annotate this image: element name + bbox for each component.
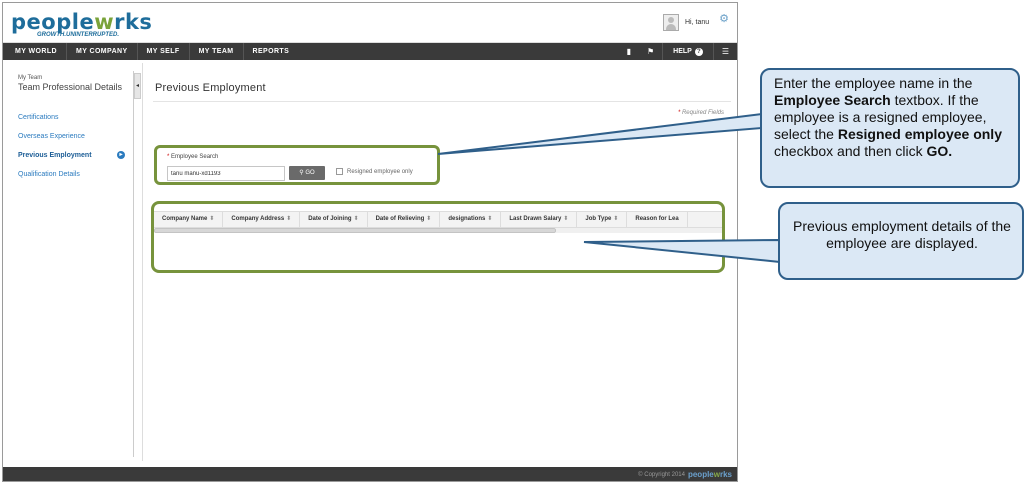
- sidebar-item-overseas-experience[interactable]: Overseas Experience: [7, 127, 133, 146]
- logo-tagline: GROWTH.UNINTERRUPTED.: [37, 32, 119, 38]
- resigned-employee-label: Resigned employee only: [347, 168, 413, 175]
- column-reason-for-leaving[interactable]: Reason for Lea: [627, 212, 688, 227]
- main-nav: MY WORLD MY COMPANY MY SELF MY TEAM REPO…: [3, 43, 737, 60]
- header: peoplewrks GROWTH.UNINTERRUPTED. Hi, tan…: [3, 3, 737, 43]
- column-date-of-relieving[interactable]: Date of Relieving ⬍: [368, 212, 441, 227]
- app-window: peoplewrks GROWTH.UNINTERRUPTED. Hi, tan…: [2, 2, 738, 482]
- nav-reports[interactable]: REPORTS: [244, 43, 299, 60]
- previous-employment-table: Company Name ⬍ Company Address ⬍ Date of J…: [151, 201, 725, 273]
- column-designations[interactable]: designations ⬍: [440, 212, 502, 227]
- user-area: Hi, tanu ⚙: [663, 12, 729, 31]
- sidebar-item-qualification-details[interactable]: Qualification Details: [7, 165, 133, 184]
- nav-my-self[interactable]: MY SELF: [138, 43, 190, 60]
- employee-search-input[interactable]: [167, 166, 285, 181]
- callout-employment-details: Previous employment details of the emplo…: [778, 202, 1024, 280]
- copyright-text: © Copyright 2014: [638, 471, 685, 478]
- sidebar-menu: Certifications Overseas Experience Previ…: [7, 108, 133, 184]
- search-label-text: Employee Search: [171, 154, 219, 160]
- sort-icon: ⬍: [426, 216, 432, 222]
- sidebar-item-previous-employment[interactable]: Previous Employment ▸: [7, 146, 133, 165]
- sidebar-header: My Team Team Professional Details: [7, 71, 133, 100]
- nav-my-company[interactable]: MY COMPANY: [67, 43, 138, 60]
- search-label: * Employee Search: [167, 154, 218, 160]
- callout-employee-search: Enter the employee name in the Employee …: [760, 68, 1020, 188]
- sidebar-collapse-toggle[interactable]: ◂: [134, 73, 141, 99]
- sort-icon: ⬍: [209, 216, 215, 222]
- resigned-employee-checkbox[interactable]: [336, 168, 343, 175]
- nav-my-team[interactable]: MY TEAM: [190, 43, 244, 60]
- book-icon[interactable]: ▮: [619, 43, 639, 60]
- help-button[interactable]: HELP?: [662, 43, 714, 60]
- sidebar-item-label: Previous Employment: [18, 152, 92, 159]
- go-button[interactable]: ⚲ GO: [289, 166, 325, 180]
- column-company-address[interactable]: Company Address ⬍: [223, 212, 301, 227]
- help-icon: ?: [694, 48, 703, 56]
- footer-copyright: © Copyright 2014 peoplewrks: [638, 470, 732, 479]
- user-greeting: Hi, tanu: [685, 19, 710, 26]
- required-note-text: Required Fields: [681, 110, 724, 116]
- employee-search-panel: * Employee Search ⚲ GO Resigned employee…: [154, 145, 440, 185]
- sort-icon: ⬍: [613, 216, 619, 222]
- sort-icon: ⬍: [353, 216, 359, 222]
- gear-icon[interactable]: ⚙: [719, 12, 729, 25]
- go-label: GO: [305, 170, 315, 176]
- arrow-right-icon: ▸: [117, 151, 125, 159]
- help-label: HELP: [673, 48, 692, 55]
- sort-icon: ⬍: [286, 216, 292, 222]
- column-last-drawn-salary[interactable]: Last Drawn Salary ⬍: [501, 212, 578, 227]
- menu-icon[interactable]: ☰: [714, 43, 737, 60]
- nav-my-world[interactable]: MY WORLD: [3, 43, 67, 60]
- footer-logo: peoplewrks: [687, 470, 732, 479]
- sort-icon: ⬍: [563, 216, 569, 222]
- horizontal-scrollbar[interactable]: [154, 228, 556, 233]
- table-header: Company Name ⬍ Company Address ⬍ Date of J…: [154, 211, 722, 228]
- required-note: * Required Fields: [678, 110, 724, 116]
- sidebar-title: Team Professional Details: [18, 82, 123, 92]
- column-job-type[interactable]: Job Type ⬍: [577, 212, 628, 227]
- page-title: Previous Employment: [155, 82, 266, 94]
- logo-wordmark: peoplewrks: [11, 10, 153, 34]
- search-icon: ⚲: [299, 170, 304, 176]
- resigned-employee-option[interactable]: Resigned employee only: [336, 168, 413, 175]
- column-date-of-joining[interactable]: Date of Joining ⬍: [300, 212, 368, 227]
- footer: © Copyright 2014 peoplewrks: [3, 467, 737, 481]
- sidebar: My Team Team Professional Details Certif…: [7, 71, 134, 457]
- sidebar-subtitle: My Team: [18, 75, 43, 81]
- flag-icon[interactable]: ⚑: [639, 43, 662, 60]
- title-divider: [153, 101, 731, 102]
- main-content: Previous Employment * Required Fields * …: [142, 63, 736, 461]
- avatar[interactable]: [663, 14, 679, 31]
- column-company-name[interactable]: Company Name ⬍: [154, 212, 224, 227]
- chevron-left-icon: ◂: [135, 83, 139, 89]
- sidebar-item-certifications[interactable]: Certifications: [7, 108, 133, 127]
- sort-icon: ⬍: [487, 216, 493, 222]
- scrollbar-track[interactable]: [556, 228, 722, 233]
- nav-tools: ▮ ⚑ HELP? ☰: [619, 43, 737, 60]
- peopleworks-logo[interactable]: peoplewrks GROWTH.UNINTERRUPTED.: [11, 10, 153, 38]
